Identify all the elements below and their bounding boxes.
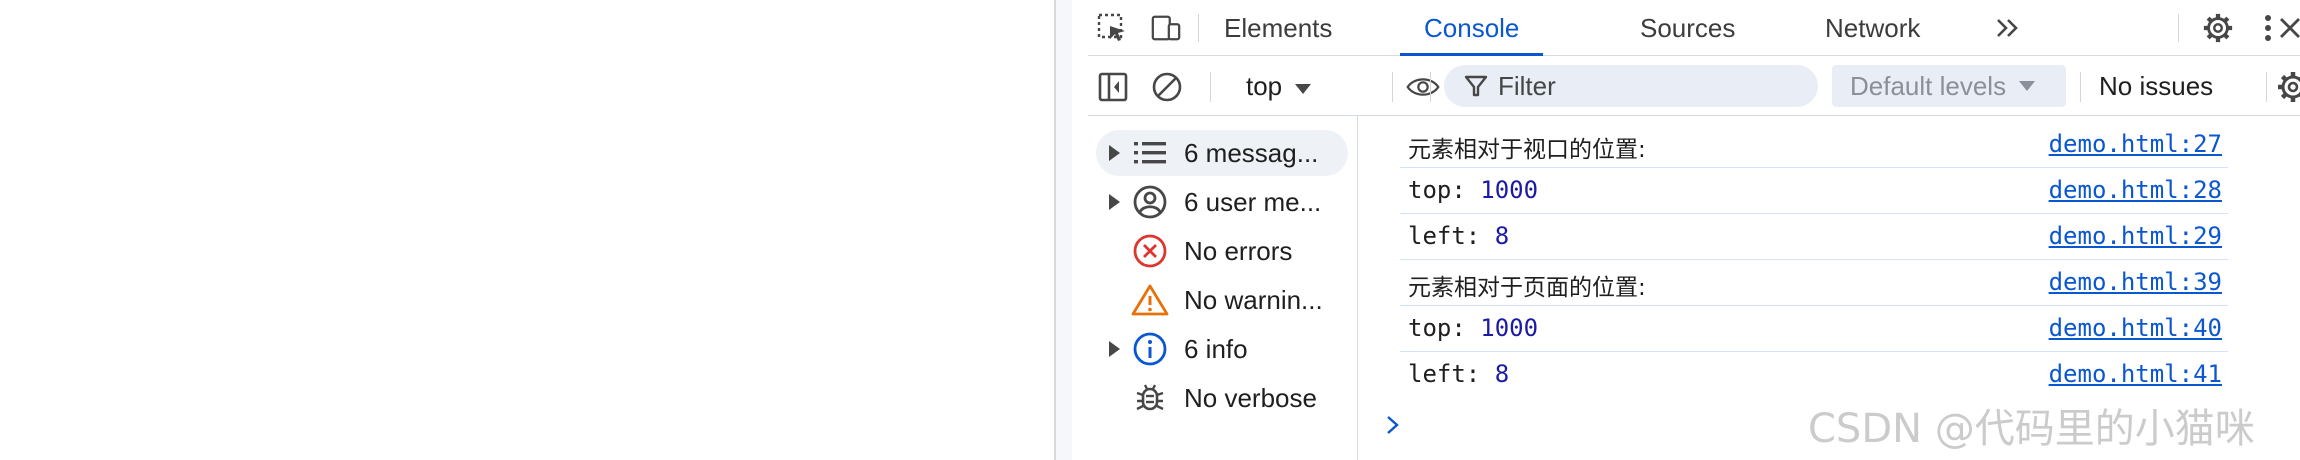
web-page-viewport	[0, 0, 1054, 460]
log-key: left:	[1408, 222, 1495, 250]
sidebar-item-label: No warnin...	[1184, 284, 1323, 315]
sidebar-toggle-icon[interactable]	[1096, 70, 1130, 104]
sidebar-item-warnings[interactable]: No warnin...	[1096, 277, 1348, 323]
toolbar-separator-2	[1392, 72, 1393, 102]
list-icon	[1130, 133, 1170, 173]
log-number: 1000	[1480, 176, 1539, 204]
toolbar-separator-5	[2266, 72, 2267, 102]
chevron-down-icon	[2018, 80, 2036, 92]
log-key: top:	[1408, 176, 1481, 204]
console-prompt-chevron-icon[interactable]	[1378, 408, 1408, 442]
log-message: left: 8	[1408, 360, 1509, 388]
log-message: top: 1000	[1408, 176, 1538, 204]
log-source-link[interactable]: demo.html:29	[2049, 222, 2222, 250]
tab-sources[interactable]: Sources	[1640, 0, 1735, 56]
log-row: 元素相对于视口的位置: demo.html:27	[1400, 122, 2228, 168]
log-source-link[interactable]: demo.html:28	[2049, 176, 2222, 204]
log-source-link[interactable]: demo.html:27	[2049, 130, 2222, 158]
tab-bar-separator	[1198, 14, 1199, 42]
tab-bar-separator-right	[2178, 14, 2179, 42]
clear-console-icon[interactable]	[1150, 70, 1184, 104]
log-message: 元素相对于视口的位置:	[1408, 137, 1646, 163]
log-source-link[interactable]: demo.html:40	[2049, 314, 2222, 342]
console-settings-gear-icon[interactable]	[2276, 70, 2300, 104]
tab-console[interactable]: Console	[1399, 0, 1544, 56]
screen: Elements Console Sources Network top Fil…	[0, 0, 2300, 460]
log-row: left: 8 demo.html:41	[1400, 352, 2228, 398]
log-message: 元素相对于页面的位置:	[1408, 275, 1646, 301]
log-number: 8	[1494, 360, 1510, 388]
log-row: top: 1000 demo.html:40	[1400, 306, 2228, 352]
log-source-link[interactable]: demo.html:39	[2049, 268, 2222, 296]
filter-field[interactable]	[1444, 65, 1818, 107]
sidebar-item-label: No errors	[1184, 235, 1293, 266]
toolbar-separator-3	[1430, 72, 1431, 102]
console-toolbar: top Filter Default levels No issues	[1088, 56, 2300, 116]
watermark: CSDN @代码里的小猫咪	[1808, 406, 2255, 452]
expand-arrow-icon[interactable]	[1100, 193, 1128, 211]
chevron-down-icon	[1294, 71, 1312, 102]
log-levels-dropdown[interactable]: Default levels	[1832, 65, 2066, 107]
sidebar-item-label: 6 info	[1184, 333, 1248, 364]
toolbar-separator-4	[2080, 72, 2081, 102]
log-levels-value: Default levels	[1850, 70, 2007, 101]
more-tabs-icon[interactable]	[1992, 12, 2024, 44]
device-toolbar-icon[interactable]	[1150, 12, 1182, 44]
sidebar-item-messages[interactable]: 6 messag...	[1096, 130, 1348, 176]
tab-sources-label: Sources	[1640, 12, 1736, 43]
inspect-element-icon[interactable]	[1096, 12, 1128, 44]
devtools-tab-bar: Elements Console Sources Network	[1088, 0, 2300, 56]
issues-counter-label: No issues	[2099, 70, 2214, 101]
log-key: left:	[1408, 360, 1495, 388]
sidebar-item-label: No verbose	[1184, 382, 1317, 413]
user-icon	[1130, 182, 1170, 222]
log-number: 8	[1494, 222, 1510, 250]
context-selector[interactable]: top	[1246, 68, 1312, 104]
log-row: top: 1000 demo.html:28	[1400, 168, 2228, 214]
tab-elements-label: Elements	[1224, 12, 1333, 43]
sidebar-item-errors[interactable]: No errors	[1096, 228, 1348, 274]
log-message: top: 1000	[1408, 314, 1538, 342]
issues-counter[interactable]: No issues	[2099, 68, 2213, 104]
live-expression-eye-icon[interactable]	[1406, 70, 1440, 104]
expand-arrow-icon[interactable]	[1100, 340, 1128, 358]
expand-arrow-icon[interactable]	[1100, 144, 1128, 162]
sidebar-item-user-messages[interactable]: 6 user me...	[1096, 179, 1348, 225]
close-icon[interactable]	[2274, 12, 2300, 44]
warning-icon	[1130, 280, 1170, 320]
tab-elements[interactable]: Elements	[1224, 0, 1332, 56]
sidebar-item-info[interactable]: 6 info	[1096, 326, 1348, 372]
gear-icon[interactable]	[2202, 12, 2234, 44]
bug-icon	[1130, 378, 1170, 418]
sidebar-item-label: 6 user me...	[1184, 186, 1322, 217]
log-row: 元素相对于页面的位置: demo.html:39	[1400, 260, 2228, 306]
context-selector-value: top	[1246, 70, 1283, 101]
log-row: left: 8 demo.html:29	[1400, 214, 2228, 260]
log-message: left: 8	[1408, 222, 1509, 250]
tab-network[interactable]: Network	[1825, 0, 1920, 56]
log-key: top:	[1408, 314, 1481, 342]
tab-console-label: Console	[1424, 12, 1520, 43]
sidebar-item-verbose[interactable]: No verbose	[1096, 375, 1348, 421]
info-icon	[1130, 329, 1170, 369]
devtools-panel: Elements Console Sources Network top Fil…	[1056, 0, 2300, 460]
console-sidebar: 6 messag... 6 user me... No errors No wa…	[1088, 116, 1358, 460]
error-icon	[1130, 231, 1170, 271]
sidebar-item-label: 6 messag...	[1184, 137, 1319, 168]
tab-network-label: Network	[1825, 12, 1921, 43]
log-number: 1000	[1480, 314, 1539, 342]
log-source-link[interactable]: demo.html:41	[2049, 360, 2222, 388]
filter-icon	[1464, 74, 1488, 98]
toolbar-separator	[1210, 72, 1211, 102]
filter-input[interactable]	[1496, 69, 1800, 103]
